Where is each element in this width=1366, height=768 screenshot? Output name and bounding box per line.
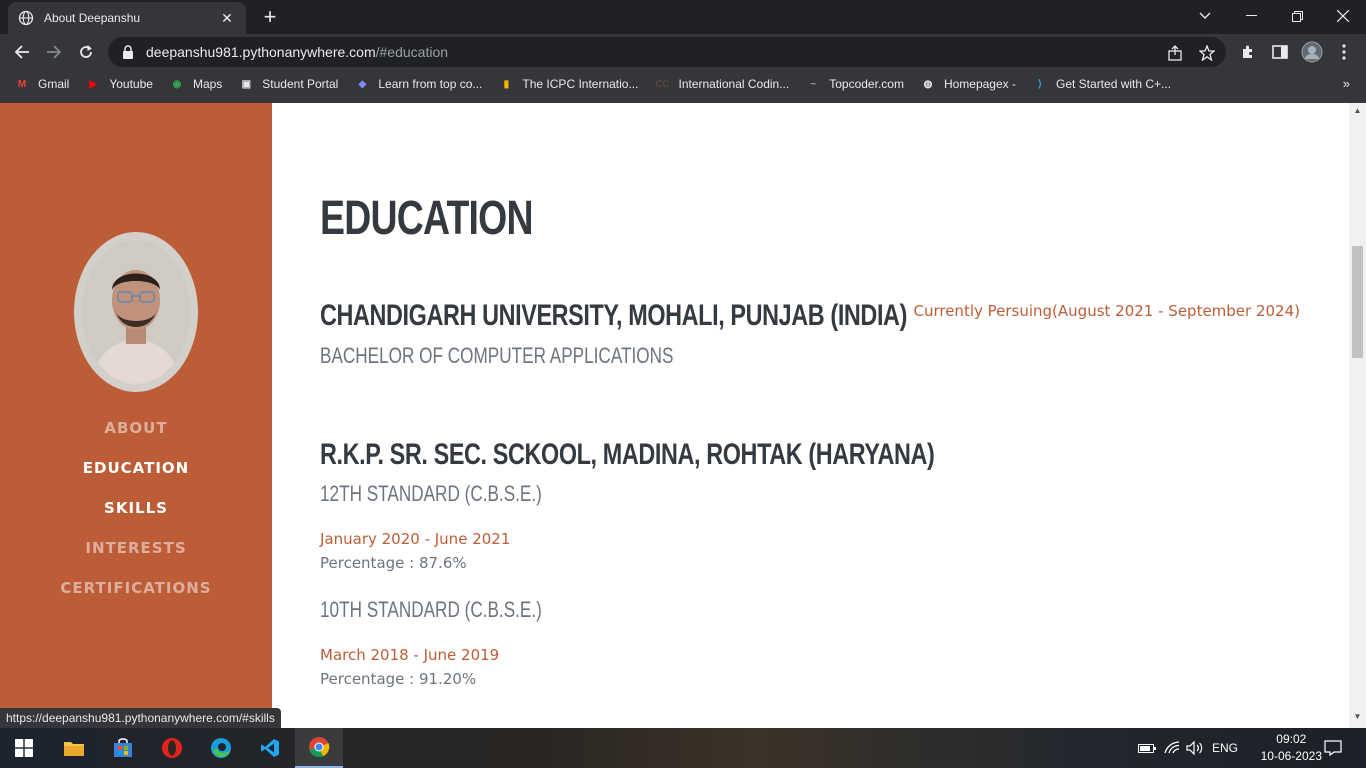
bookmarks-overflow-icon[interactable]: » [1343, 76, 1350, 91]
bookmark-item[interactable]: ▮ The ICPC Internatio... [498, 76, 639, 92]
bookmark-item[interactable]: ◉ Maps [169, 76, 223, 92]
degree-name: BACHELOR OF COMPUTER APPLICATIONS [320, 343, 674, 368]
bookmark-item[interactable]: CC International Codin... [654, 76, 789, 92]
gmail-icon: M [17, 78, 27, 90]
globe-icon [18, 10, 34, 26]
forward-icon[interactable] [42, 40, 66, 64]
reload-icon[interactable] [74, 40, 98, 64]
taskbar-clock[interactable]: 09:02 10-06-2023 [1261, 731, 1322, 765]
icpc-icon: ▮ [503, 78, 510, 90]
section-title: EDUCATION [320, 192, 534, 245]
lock-icon[interactable] [122, 45, 134, 59]
close-window-icon[interactable] [1320, 0, 1366, 32]
bookmark-label: Homepagex - [943, 77, 1016, 91]
percentage-text: Percentage : 91.20% [320, 670, 477, 688]
chrome-icon[interactable] [295, 728, 343, 768]
language-indicator[interactable]: ENG [1212, 728, 1238, 768]
education-date: Currently Persuing(August 2021 - Septemb… [913, 302, 1300, 320]
bookmark-label: Youtube [109, 77, 153, 91]
wifi-icon[interactable] [1164, 728, 1180, 768]
bookmark-star-icon[interactable] [1198, 44, 1216, 62]
url-path: /#education [375, 44, 449, 60]
profile-photo [74, 232, 198, 392]
education-date: January 2020 - June 2021 [320, 530, 511, 548]
education-date: March 2018 - June 2019 [320, 646, 500, 664]
bookmark-label: Get Started with C+... [1056, 77, 1172, 91]
topcoder-icon: ~ [810, 78, 817, 90]
side-panel-icon[interactable] [1268, 40, 1292, 64]
bookmark-label: Student Portal [262, 77, 339, 91]
windows-start-icon[interactable] [0, 728, 48, 768]
browser-tab[interactable]: About Deepanshu ✕ [8, 2, 246, 34]
tab-title: About Deepanshu [44, 11, 141, 25]
back-icon[interactable] [10, 40, 34, 64]
standard-name: 12TH STANDARD (C.B.S.E.) [320, 481, 542, 506]
nav-skills[interactable]: SKILLS [0, 497, 272, 537]
page-scrollbar[interactable]: ▲ ▼ [1349, 103, 1366, 728]
profile-avatar-icon[interactable] [1300, 40, 1324, 64]
bookmark-item[interactable]: ⟩ Get Started with C+... [1032, 76, 1171, 92]
nav-education[interactable]: EDUCATION [0, 457, 272, 497]
tab-strip: About Deepanshu ✕ + [0, 0, 1366, 34]
bookmark-item[interactable]: ◆ Learn from top co... [354, 76, 483, 92]
scroll-down-icon[interactable]: ▼ [1349, 712, 1366, 726]
opera-icon[interactable] [148, 728, 196, 768]
page-viewport: ABOUT EDUCATION SKILLS INTERESTS CERTIFI… [0, 103, 1366, 728]
bookmarks-bar: M Gmail ▶ Youtube ◉ Maps ▣ Student Portal ◆ Learn… [0, 70, 1366, 98]
tab-search-icon[interactable] [1182, 0, 1228, 32]
nav-certifications[interactable]: CERTIFICATIONS [0, 577, 272, 617]
maps-icon: ◉ [172, 78, 182, 90]
bookmark-label: Gmail [38, 77, 70, 91]
bookmark-label: Maps [192, 77, 223, 91]
bookmark-item[interactable]: M Gmail [14, 76, 70, 92]
bookmark-label: Learn from top co... [378, 77, 483, 91]
notifications-icon[interactable] [1324, 728, 1342, 768]
nav-about[interactable]: ABOUT [0, 417, 272, 457]
address-bar[interactable]: deepanshu981.pythonanywhere.com/#educati… [108, 37, 1226, 67]
bookmark-item[interactable]: ▣ Student Portal [238, 76, 339, 92]
student-portal-icon: ▣ [241, 78, 252, 90]
sidebar-nav: ABOUT EDUCATION SKILLS INTERESTS CERTIFI… [0, 417, 272, 617]
globe-icon: ◍ [923, 78, 933, 90]
scrollbar-thumb[interactable] [1352, 246, 1363, 358]
url-host: deepanshu981.pythonanywhere.com [146, 44, 376, 60]
institution-name: R.K.P. SR. SEC. SCKOOL, MADINA, ROHTAK (… [320, 438, 935, 471]
store-icon[interactable] [99, 728, 147, 768]
file-explorer-icon[interactable] [50, 728, 98, 768]
browser-toolbar: deepanshu981.pythonanywhere.com/#educati… [0, 34, 1366, 70]
bookmark-label: The ICPC Internatio... [522, 77, 639, 91]
new-tab-button[interactable]: + [258, 6, 282, 28]
scroll-up-icon[interactable]: ▲ [1349, 106, 1366, 120]
percentage-text: Percentage : 87.6% [320, 554, 467, 572]
bookmark-item[interactable]: ◍ Homepagex - [920, 76, 1016, 92]
bookmark-label: International Codin... [678, 77, 790, 91]
battery-icon[interactable] [1138, 728, 1156, 768]
standard-name: 10TH STANDARD (C.B.S.E.) [320, 597, 542, 622]
clock-date: 10-06-2023 [1260, 749, 1322, 763]
link-status-bubble: https://deepanshu981.pythonanywhere.com/… [0, 708, 281, 728]
windows-taskbar: ENG 09:02 10-06-2023 [0, 728, 1366, 768]
bookmark-label: Topcoder.com [829, 77, 904, 91]
clock-time: 09:02 [1276, 732, 1307, 746]
url-text[interactable]: deepanshu981.pythonanywhere.com/#educati… [146, 44, 448, 60]
cc-icon: CC [655, 78, 670, 90]
close-tab-icon[interactable]: ✕ [218, 10, 236, 27]
learn-icon: ◆ [358, 78, 367, 90]
extensions-icon[interactable] [1236, 40, 1260, 64]
bookmark-item[interactable]: ▶ Youtube [85, 76, 153, 92]
vscode-icon[interactable] [246, 728, 294, 768]
volume-icon[interactable] [1186, 728, 1204, 768]
sidebar: ABOUT EDUCATION SKILLS INTERESTS CERTIFI… [0, 103, 272, 728]
vscode-icon: ⟩ [1038, 78, 1042, 90]
share-icon[interactable] [1166, 44, 1184, 62]
institution-name: CHANDIGARH UNIVERSITY, MOHALI, PUNJAB (I… [320, 299, 907, 332]
nav-interests[interactable]: INTERESTS [0, 537, 272, 577]
edge-icon[interactable] [197, 728, 245, 768]
restore-icon[interactable] [1274, 0, 1320, 32]
menu-icon[interactable] [1332, 40, 1356, 64]
minimize-icon[interactable] [1228, 0, 1274, 32]
bookmark-item[interactable]: ~ Topcoder.com [805, 76, 904, 92]
youtube-icon: ▶ [89, 78, 98, 90]
